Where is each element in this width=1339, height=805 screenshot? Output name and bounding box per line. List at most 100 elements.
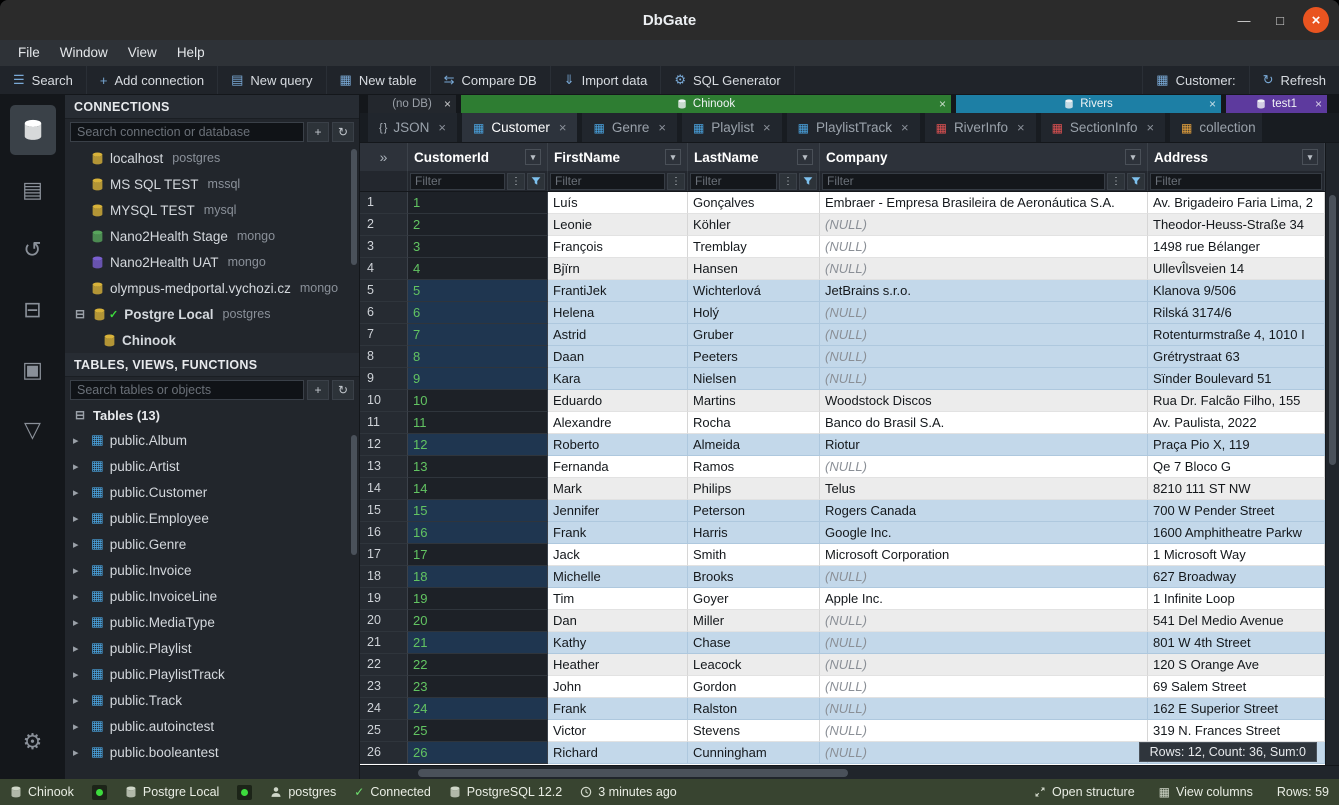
cell-company[interactable]: (NULL) <box>820 632 1148 654</box>
cell-address[interactable]: 120 S Orange Ave <box>1148 654 1325 676</box>
filter-menu-button[interactable]: ⋮ <box>779 173 797 190</box>
cell-customerid[interactable]: 12 <box>408 434 548 456</box>
cell-firstname[interactable]: Richard <box>548 742 688 764</box>
close-tab-icon[interactable]: × <box>444 97 451 111</box>
cell-company[interactable]: (NULL) <box>820 324 1148 346</box>
cell-firstname[interactable]: Daan <box>548 346 688 368</box>
cell-customerid[interactable]: 16 <box>408 522 548 544</box>
row-number[interactable]: 24 <box>360 698 408 720</box>
close-tab-icon[interactable]: × <box>559 120 567 135</box>
cell-company[interactable]: JetBrains s.r.o. <box>820 280 1148 302</box>
cell-address[interactable]: Av. Brigadeiro Faria Lima, 2 <box>1148 192 1325 214</box>
row-number[interactable]: 3 <box>360 236 408 258</box>
chevron-right-icon[interactable]: ▸ <box>73 512 85 525</box>
cell-lastname[interactable]: Brooks <box>688 566 820 588</box>
sidebar-settings-button[interactable]: ⚙ <box>10 717 56 767</box>
toolbar-refresh-button[interactable]: ↻Refresh <box>1249 66 1339 94</box>
cell-customerid[interactable]: 4 <box>408 258 548 280</box>
row-number[interactable]: 4 <box>360 258 408 280</box>
cell-company[interactable]: Apple Inc. <box>820 588 1148 610</box>
collapse-icon[interactable]: ⊟ <box>73 408 87 422</box>
tab-genre[interactable]: ▦Genre× <box>582 113 676 142</box>
tab-sectioninfo[interactable]: ▦SectionInfo× <box>1041 113 1165 142</box>
cell-lastname[interactable]: Peterson <box>688 500 820 522</box>
cell-company[interactable]: (NULL) <box>820 302 1148 324</box>
chevron-right-icon[interactable]: ▸ <box>73 564 85 577</box>
cell-lastname[interactable]: Ralston <box>688 698 820 720</box>
grid-corner-button[interactable]: » <box>360 143 408 171</box>
cell-address[interactable]: 1498 rue Bélanger <box>1148 236 1325 258</box>
grid-vertical-scrollbar-thumb[interactable] <box>1329 195 1336 465</box>
cell-customerid[interactable]: 11 <box>408 412 548 434</box>
table-item-public-playlisttrack[interactable]: ▸▦public.PlaylistTrack <box>65 661 359 687</box>
row-number[interactable]: 2 <box>360 214 408 236</box>
cell-company[interactable]: (NULL) <box>820 742 1148 764</box>
chevron-right-icon[interactable]: ▸ <box>73 434 85 447</box>
column-header-address[interactable]: Address▾ <box>1148 143 1325 171</box>
cell-address[interactable]: 69 Salem Street <box>1148 676 1325 698</box>
cell-customerid[interactable]: 14 <box>408 478 548 500</box>
chevron-right-icon[interactable]: ▸ <box>73 746 85 759</box>
cell-address[interactable]: 801 W 4th Street <box>1148 632 1325 654</box>
sidebar-connections-button[interactable] <box>10 105 56 155</box>
cell-address[interactable]: 541 Del Medio Avenue <box>1148 610 1325 632</box>
toolbar-add-connection-button[interactable]: +Add connection <box>87 66 218 94</box>
grid-horizontal-scrollbar[interactable] <box>360 765 1339 779</box>
tables-group-row[interactable]: ⊟ Tables (13) <box>65 403 359 427</box>
maximize-button[interactable]: □ <box>1267 7 1293 33</box>
cell-address[interactable]: 319 N. Frances Street <box>1148 720 1325 742</box>
cell-lastname[interactable]: Rocha <box>688 412 820 434</box>
chevron-down-icon[interactable]: ▾ <box>1125 149 1141 165</box>
row-number[interactable]: 9 <box>360 368 408 390</box>
close-tab-icon[interactable]: × <box>1146 120 1154 135</box>
close-tab-icon[interactable]: × <box>939 97 946 111</box>
status-view-columns[interactable]: ▦View columns <box>1159 785 1253 799</box>
cell-company[interactable]: (NULL) <box>820 456 1148 478</box>
connection-item-nano2health-uat[interactable]: Nano2Health UATmongo <box>65 249 359 275</box>
cell-address[interactable]: 1600 Amphitheatre Parkw <box>1148 522 1325 544</box>
cell-firstname[interactable]: Michelle <box>548 566 688 588</box>
chevron-right-icon[interactable]: ▸ <box>73 538 85 551</box>
toolbar-customer-button[interactable]: ▦Customer: <box>1142 66 1248 94</box>
cell-address[interactable]: 162 E Superior Street <box>1148 698 1325 720</box>
db-tab-no-db[interactable]: (no DB)× <box>368 95 456 113</box>
db-tab-test1[interactable]: test1× <box>1226 95 1327 113</box>
cell-lastname[interactable]: Smith <box>688 544 820 566</box>
row-number[interactable]: 11 <box>360 412 408 434</box>
row-number[interactable]: 22 <box>360 654 408 676</box>
row-number[interactable]: 13 <box>360 456 408 478</box>
cell-company[interactable]: (NULL) <box>820 236 1148 258</box>
row-number[interactable]: 8 <box>360 346 408 368</box>
add-connection-plus-button[interactable]: + <box>307 122 329 142</box>
toolbar-search-button[interactable]: ☰Search <box>0 66 87 94</box>
table-item-public-mediatype[interactable]: ▸▦public.MediaType <box>65 609 359 635</box>
cell-firstname[interactable]: Dan <box>548 610 688 632</box>
cell-firstname[interactable]: Roberto <box>548 434 688 456</box>
cell-lastname[interactable]: Miller <box>688 610 820 632</box>
filter-funnel-button[interactable] <box>527 173 545 190</box>
cell-lastname[interactable]: Leacock <box>688 654 820 676</box>
row-number[interactable]: 10 <box>360 390 408 412</box>
connection-item-postgre-local[interactable]: ⊟✓Postgre Localpostgres <box>65 301 359 327</box>
close-tab-icon[interactable]: × <box>658 120 666 135</box>
status-open-structure[interactable]: Open structure <box>1034 785 1135 799</box>
cell-lastname[interactable]: Tremblay <box>688 236 820 258</box>
cell-company[interactable]: (NULL) <box>820 214 1148 236</box>
sidebar-files-button[interactable]: ▤ <box>10 165 56 215</box>
cell-lastname[interactable]: Stevens <box>688 720 820 742</box>
cell-lastname[interactable]: Nielsen <box>688 368 820 390</box>
cell-customerid[interactable]: 19 <box>408 588 548 610</box>
cell-company[interactable]: (NULL) <box>820 698 1148 720</box>
filter-input-lastname[interactable] <box>690 173 777 190</box>
filter-input-customerid[interactable] <box>410 173 505 190</box>
close-tab-icon[interactable]: × <box>763 120 771 135</box>
row-number[interactable]: 16 <box>360 522 408 544</box>
cell-company[interactable]: Riotur <box>820 434 1148 456</box>
cell-address[interactable]: 700 W Pender Street <box>1148 500 1325 522</box>
cell-address[interactable]: Rilská 3174/6 <box>1148 302 1325 324</box>
cell-company[interactable]: (NULL) <box>820 720 1148 742</box>
minimize-button[interactable]: — <box>1231 7 1257 33</box>
row-number[interactable]: 12 <box>360 434 408 456</box>
table-item-public-invoice[interactable]: ▸▦public.Invoice <box>65 557 359 583</box>
chevron-down-icon[interactable]: ▾ <box>797 149 813 165</box>
